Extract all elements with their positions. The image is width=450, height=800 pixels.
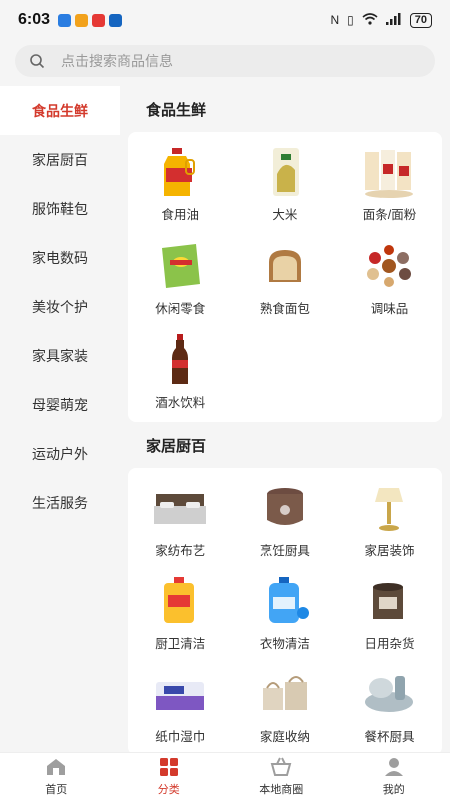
sidebar-item-home-kitchen[interactable]: 家居厨百 [0,135,120,184]
tab-home[interactable]: 首页 [0,753,113,800]
rice-icon [272,148,299,196]
sundries-icon [373,583,404,619]
category-label: 厨卫清洁 [155,637,206,651]
app-notification-icon [109,13,123,27]
sidebar-item-electronics[interactable]: 家电数码 [0,233,120,282]
category-label: 大米 [272,208,298,222]
category-label: 调味品 [370,302,409,316]
bread-icon [268,250,301,282]
search-input[interactable]: 点击搜索商品信息 [61,51,173,71]
home-icon [47,759,66,775]
category-item-cookware[interactable]: 烹饪厨具 [233,476,338,569]
status-time: 6:03 [18,11,51,28]
category-grid: 食用油 大米 面条/面粉 休闲零食 熟食面包 调味品 酒水饮料 [128,132,442,422]
category-label: 休闲零食 [155,302,206,316]
wifi-icon [362,12,378,28]
storage-basket-icon [262,676,307,710]
sidebar-item-food[interactable]: 食品生鲜 [0,86,120,135]
category-item-sundries[interactable]: 日用杂货 [337,569,442,662]
sidebar-item-baby-pets[interactable]: 母婴萌宠 [0,380,120,429]
category-item-bread[interactable]: 熟食面包 [233,234,338,327]
category-label: 衣物清洁 [259,637,310,651]
tissue-icon [156,682,205,710]
cooking-oil-icon [164,148,196,196]
category-grid: 家纺布艺 烹饪厨具 家居装饰 厨卫清洁 衣物清洁 日用杂货 纸巾湿巾 家庭收纳 … [128,468,442,752]
shopping-basket-icon [270,757,292,776]
category-label: 家居装饰 [364,544,415,558]
category-item-laundry[interactable]: 衣物清洁 [233,569,338,662]
tab-label: 我的 [382,784,405,796]
category-content: 食品生鲜 食用油 大米 面条/面粉 休闲零食 熟食面包 调味品 酒水饮料 家居厨… [120,86,450,752]
category-item-kitchen-cleaning[interactable]: 厨卫清洁 [128,569,233,662]
category-item-storage[interactable]: 家庭收纳 [233,662,338,752]
category-item-snacks[interactable]: 休闲零食 [128,234,233,327]
search-icon [30,54,45,69]
app-notification-icon [75,13,89,27]
category-label: 酒水饮料 [155,396,206,410]
category-item-noodles[interactable]: 面条/面粉 [337,140,442,233]
category-item-bedding[interactable]: 家纺布艺 [128,476,233,569]
sidebar-item-apparel[interactable]: 服饰鞋包 [0,184,120,233]
category-label: 日用杂货 [364,637,415,651]
category-label: 家庭收纳 [259,730,310,744]
category-label: 纸巾湿巾 [155,730,206,744]
section-title: 食品生鲜 [146,101,207,119]
category-item-seasoning[interactable]: 调味品 [337,234,442,327]
seasoning-icon [367,245,412,287]
rice-cooker-icon [266,488,303,525]
status-bar: 6:03 N ▯ 70 [0,0,450,40]
tab-label: 分类 [157,784,180,796]
category-label: 食用油 [161,208,200,222]
category-item-tableware[interactable]: 餐杯厨具 [337,662,442,752]
snacks-icon [162,244,201,288]
signal-icon [385,12,402,28]
beverage-icon [172,334,189,384]
sidebar-item-sports[interactable]: 运动户外 [0,429,120,478]
category-item-rice[interactable]: 大米 [233,140,338,233]
laundry-icon [268,577,309,623]
category-sidebar: 食品生鲜 家居厨百 服饰鞋包 家电数码 美妆个护 家具家装 母婴萌宠 运动户外 … [0,86,120,752]
category-item-beverage[interactable]: 酒水饮料 [128,328,233,421]
bottom-tab-bar: 首页 分类 本地商圈 我的 [0,752,450,800]
category-label: 面条/面粉 [362,208,417,222]
tab-category[interactable]: 分类 [113,753,226,800]
app-notification-icon [92,13,106,27]
user-icon [384,758,403,776]
tableware-icon [365,676,414,712]
sidebar-item-beauty[interactable]: 美妆个护 [0,282,120,331]
noodles-flour-icon [365,150,414,198]
nfc-icon: N [330,13,340,27]
bedding-icon [154,494,207,524]
detergent-icon [164,577,195,623]
sidebar-item-furniture[interactable]: 家具家装 [0,331,120,380]
category-label: 烹饪厨具 [259,544,310,558]
search-bar[interactable]: 点击搜索商品信息 [15,45,435,77]
tab-local-business[interactable]: 本地商圈 [225,753,338,800]
category-label: 餐杯厨具 [364,730,415,744]
category-label: 熟食面包 [259,302,310,316]
category-item-cooking-oil[interactable]: 食用油 [128,140,233,233]
category-icon [159,758,178,776]
category-label: 家纺布艺 [155,544,206,558]
vibrate-icon: ▯ [347,13,354,27]
tab-mine[interactable]: 我的 [338,753,450,800]
status-icons: N ▯ 70 [330,12,432,28]
battery-indicator: 70 [409,12,432,28]
section-title: 家居厨百 [146,437,207,455]
category-item-home-decor[interactable]: 家居装饰 [337,476,442,569]
tab-label: 首页 [45,784,68,796]
sidebar-item-services[interactable]: 生活服务 [0,478,120,527]
lamp-icon [375,488,404,531]
app-notification-icon [58,13,72,27]
category-item-tissue[interactable]: 纸巾湿巾 [128,662,233,752]
tab-label: 本地商圈 [259,784,304,796]
